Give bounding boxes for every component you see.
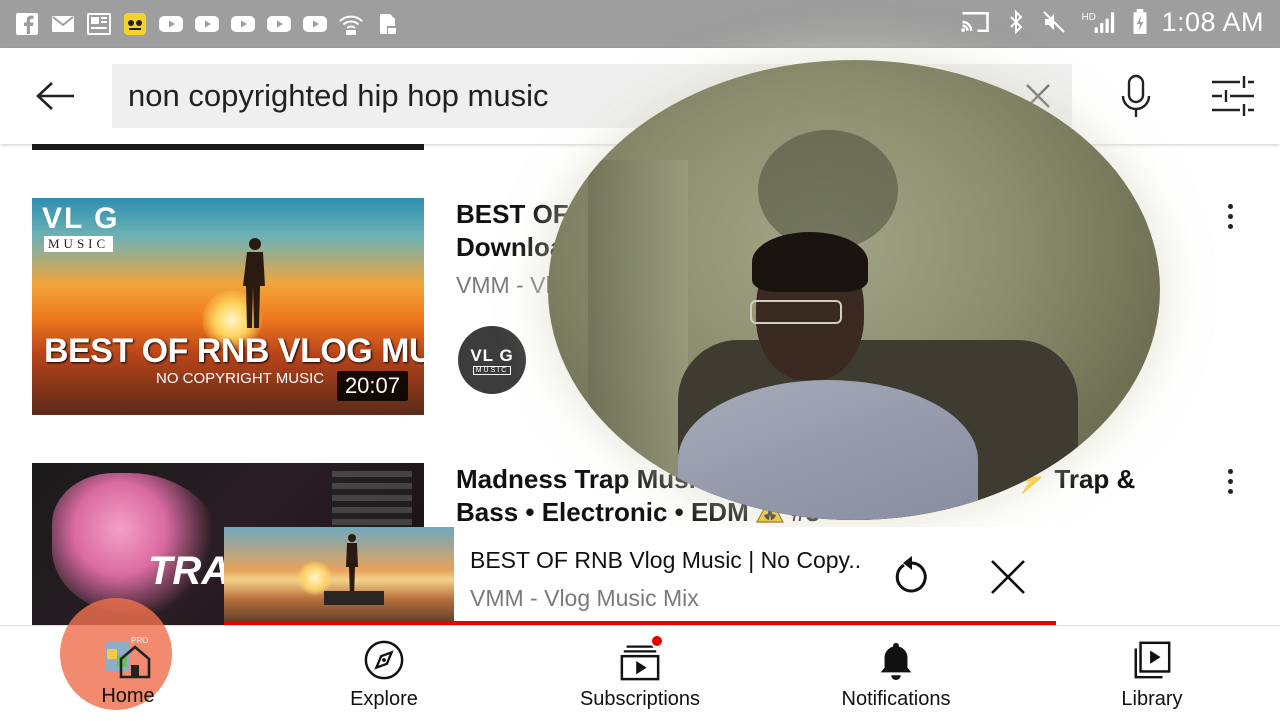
nav-notifications[interactable]: Notifications	[786, 626, 1006, 721]
thumbnail-brand: VL G	[42, 202, 120, 235]
miniplayer-close-button[interactable]	[988, 557, 1028, 597]
status-bar: HD 1:08 AM	[0, 0, 1280, 48]
voice-search-button[interactable]	[1114, 72, 1158, 120]
subscriptions-icon	[618, 634, 664, 682]
video-duration: 20:07	[336, 371, 408, 401]
back-button[interactable]	[30, 76, 82, 116]
youtube-icon	[194, 11, 220, 37]
glasses-graphic	[750, 300, 842, 324]
more-options-button[interactable]	[1220, 196, 1240, 236]
thumbnail-subtitle: NO COPYRIGHT MUSIC	[156, 370, 325, 387]
battery-charging-icon	[1131, 9, 1149, 35]
miniplayer-channel[interactable]: VMM - Vlog Music Mix	[470, 585, 699, 612]
man-silhouette-graphic	[243, 238, 265, 328]
bluetooth-icon	[1003, 9, 1029, 35]
svg-text:HD: HD	[1082, 12, 1096, 23]
search-query[interactable]: non copyrighted hip hop music	[128, 78, 548, 114]
thumbnail-brand-sub: MUSIC	[44, 236, 114, 252]
svg-text:PRO: PRO	[131, 636, 148, 645]
youtube-icon	[302, 11, 328, 37]
emoji-app-icon	[122, 11, 148, 37]
miniplayer[interactable]: BEST OF RNB Vlog Music | No Copy.. VMM -…	[224, 527, 1056, 625]
facebook-icon	[14, 11, 40, 37]
youtube-icon	[158, 11, 184, 37]
notification-icons	[14, 11, 400, 37]
close-icon	[991, 560, 1025, 594]
replay-button[interactable]	[892, 553, 932, 597]
nav-library[interactable]: Library	[1042, 626, 1262, 721]
youtube-icon	[230, 11, 256, 37]
hd-signal-icon: HD	[1079, 9, 1119, 35]
filter-sliders-icon	[1212, 76, 1254, 116]
miniplayer-thumbnail[interactable]	[224, 527, 454, 623]
cast-icon	[959, 6, 991, 38]
sd-card-lock-icon	[374, 11, 400, 37]
notification-dot	[650, 634, 664, 648]
replay-icon	[895, 556, 927, 593]
bell-icon	[874, 638, 918, 682]
search-filters-button[interactable]	[1206, 74, 1258, 118]
news-icon	[86, 11, 112, 37]
nav-home[interactable]: PRO Home	[18, 625, 238, 720]
more-options-button[interactable]	[1220, 461, 1240, 501]
youtube-icon	[266, 11, 292, 37]
webcam-overlay	[548, 60, 1160, 520]
nav-explore[interactable]: Explore	[274, 626, 494, 721]
gmail-icon	[50, 11, 76, 37]
compass-icon	[362, 638, 406, 682]
library-icon	[1130, 638, 1174, 682]
microphone-icon	[1121, 74, 1151, 117]
system-status: HD 1:08 AM	[959, 6, 1264, 38]
mute-icon	[1041, 9, 1067, 35]
nav-subscriptions[interactable]: Subscriptions	[530, 626, 750, 721]
thumbnail-title: BEST OF RNB VLOG MUSIC	[44, 332, 424, 370]
wifi-lock-icon	[338, 11, 364, 37]
clock: 1:08 AM	[1161, 6, 1264, 37]
man-silhouette-graphic	[346, 534, 358, 597]
home-icon: PRO	[103, 635, 153, 679]
arrow-left-icon	[36, 82, 74, 110]
previous-thumbnail-edge	[32, 144, 424, 150]
video-thumbnail[interactable]: VL G MUSIC BEST OF RNB VLOG MUSIC NO COP…	[32, 198, 424, 415]
channel-avatar[interactable]: VL G MUSIC	[458, 326, 526, 394]
miniplayer-title[interactable]: BEST OF RNB Vlog Music | No Copy..	[470, 547, 861, 574]
